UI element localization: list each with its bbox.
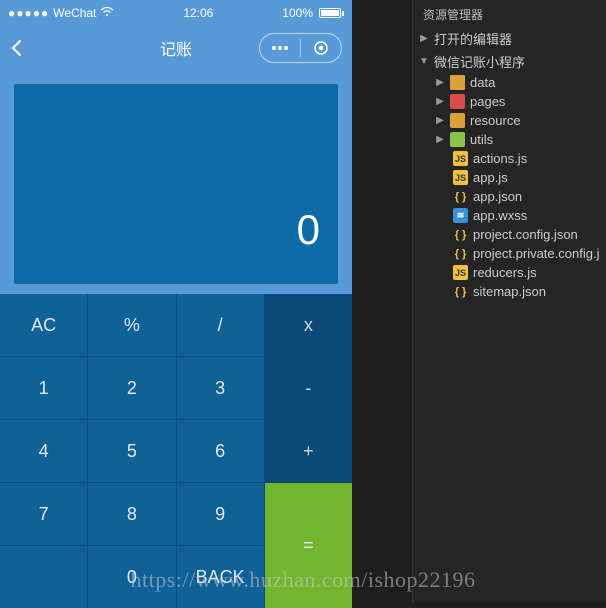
file-label: app.js xyxy=(473,170,508,185)
key-ac[interactable]: AC xyxy=(0,294,87,356)
json-file-icon: { } xyxy=(453,227,468,242)
js-file-icon: JS xyxy=(453,151,468,166)
key-2[interactable]: 2 xyxy=(88,357,175,419)
chevron-right-icon: ▶ xyxy=(435,115,445,126)
signal-icon: ●●●●● xyxy=(8,6,49,20)
key-6[interactable]: 6 xyxy=(177,420,264,482)
chevron-right-icon: ▶ xyxy=(435,96,445,107)
key-0[interactable]: 0 xyxy=(88,546,175,608)
key-1[interactable]: 1 xyxy=(0,357,87,419)
project-label: 微信记账小程序 xyxy=(434,52,525,71)
folder-pages[interactable]: ▶ pages xyxy=(413,92,606,111)
key-7[interactable]: 7 xyxy=(0,483,87,545)
chevron-right-icon: ▶ xyxy=(419,33,429,44)
capsule-more-button[interactable] xyxy=(260,34,300,62)
nav-bar: 记账 xyxy=(0,26,352,70)
key-9[interactable]: 9 xyxy=(177,483,264,545)
key-8[interactable]: 8 xyxy=(88,483,175,545)
key-divide[interactable]: / xyxy=(177,294,264,356)
file-label: sitemap.json xyxy=(473,284,546,299)
file-actions-js[interactable]: JS actions.js xyxy=(413,149,606,168)
folder-utils[interactable]: ▶ utils xyxy=(413,130,606,149)
calculator-display-area: 0 xyxy=(0,70,352,294)
folder-resource[interactable]: ▶ resource xyxy=(413,111,606,130)
carrier-label: WeChat xyxy=(53,6,96,20)
file-project-private-config[interactable]: { } project.private.config.j xyxy=(413,244,606,263)
file-app-js[interactable]: JS app.js xyxy=(413,168,606,187)
file-sitemap-json[interactable]: { } sitemap.json xyxy=(413,282,606,301)
key-minus[interactable]: - xyxy=(265,357,352,419)
file-app-json[interactable]: { } app.json xyxy=(413,187,606,206)
file-label: project.private.config.j xyxy=(473,246,599,261)
json-file-icon: { } xyxy=(453,284,468,299)
open-editors-label: 打开的编辑器 xyxy=(434,29,512,48)
phone-simulator: ●●●●● WeChat 12:06 100% 记账 xyxy=(0,0,352,600)
file-label: app.wxss xyxy=(473,208,527,223)
chevron-down-icon: ▼ xyxy=(419,56,429,67)
chevron-right-icon: ▶ xyxy=(435,77,445,88)
chevron-right-icon: ▶ xyxy=(435,134,445,145)
battery-pct: 100% xyxy=(282,6,313,20)
back-button[interactable] xyxy=(10,39,22,57)
project-root[interactable]: ▼ 微信记账小程序 xyxy=(413,50,606,73)
key-percent[interactable]: % xyxy=(88,294,175,356)
page-title: 记账 xyxy=(160,36,192,60)
file-reducers-js[interactable]: JS reducers.js xyxy=(413,263,606,282)
status-right: 100% xyxy=(282,6,344,20)
key-blank xyxy=(0,546,87,608)
file-app-wxss[interactable]: ≋ app.wxss xyxy=(413,206,606,225)
file-label: project.config.json xyxy=(473,227,578,242)
folder-label: resource xyxy=(470,113,521,128)
wxss-file-icon: ≋ xyxy=(453,208,468,223)
file-label: app.json xyxy=(473,189,522,204)
key-5[interactable]: 5 xyxy=(88,420,175,482)
folder-icon xyxy=(450,94,465,109)
folder-label: data xyxy=(470,75,495,90)
file-label: reducers.js xyxy=(473,265,537,280)
key-3[interactable]: 3 xyxy=(177,357,264,419)
folder-icon xyxy=(450,132,465,147)
file-label: actions.js xyxy=(473,151,527,166)
json-file-icon: { } xyxy=(453,246,468,261)
js-file-icon: JS xyxy=(453,170,468,185)
status-left: ●●●●● WeChat xyxy=(8,6,114,20)
json-file-icon: { } xyxy=(453,189,468,204)
folder-icon xyxy=(450,113,465,128)
key-plus[interactable]: + xyxy=(265,420,352,482)
wifi-icon xyxy=(100,6,114,20)
folder-icon xyxy=(450,75,465,90)
capsule-close-button[interactable] xyxy=(301,34,341,62)
explorer-panel: 资源管理器 ▶ 打开的编辑器 ▼ 微信记账小程序 ▶ data ▶ pages … xyxy=(412,0,606,603)
key-equals[interactable]: = xyxy=(265,483,352,608)
capsule-menu xyxy=(259,33,342,63)
editor-gap xyxy=(352,0,412,603)
open-editors-section[interactable]: ▶ 打开的编辑器 xyxy=(413,27,606,50)
calculator-keypad: AC % / x 1 2 3 - 4 5 6 + 7 8 9 = 0 BACK xyxy=(0,294,352,608)
folder-label: pages xyxy=(470,94,505,109)
explorer-header: 资源管理器 xyxy=(413,2,606,27)
calculator-display: 0 xyxy=(14,84,338,284)
folder-label: utils xyxy=(470,132,493,147)
clock: 12:06 xyxy=(183,6,213,20)
folder-data[interactable]: ▶ data xyxy=(413,73,606,92)
js-file-icon: JS xyxy=(453,265,468,280)
key-4[interactable]: 4 xyxy=(0,420,87,482)
file-project-config[interactable]: { } project.config.json xyxy=(413,225,606,244)
key-multiply[interactable]: x xyxy=(265,294,352,356)
status-bar: ●●●●● WeChat 12:06 100% xyxy=(0,0,352,26)
battery-icon xyxy=(319,8,344,18)
key-back[interactable]: BACK xyxy=(177,546,264,608)
